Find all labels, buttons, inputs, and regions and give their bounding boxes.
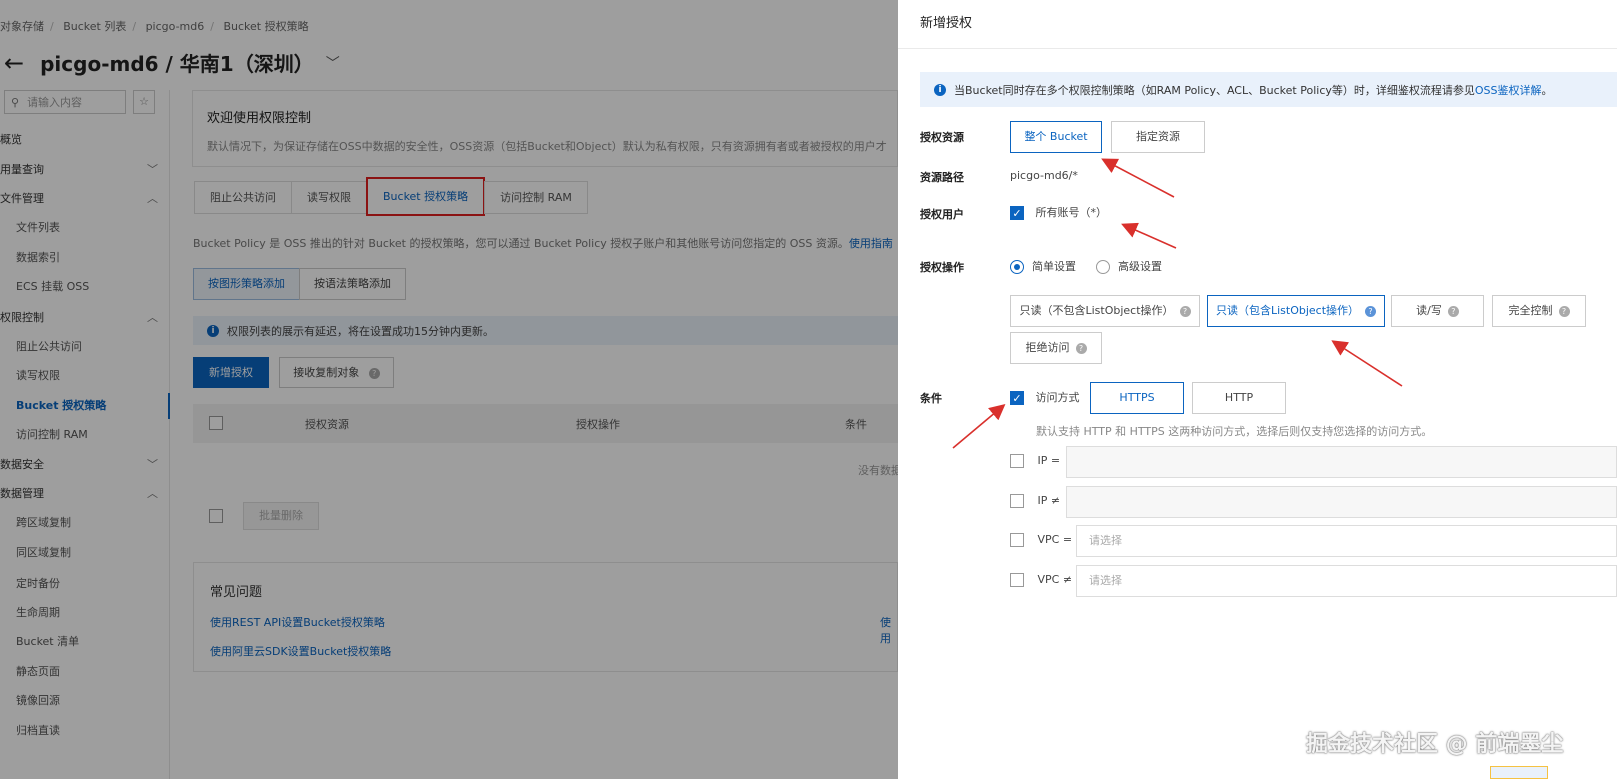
- radio-selected[interactable]: [1010, 260, 1024, 274]
- console-background: 对象存储 / Bucket 列表 / picgo-md6/ Bucket 授权策略 …: [0, 0, 898, 779]
- resource-label: 授权资源: [920, 131, 964, 144]
- https-option[interactable]: HTTPS: [1090, 382, 1184, 414]
- vpc-not-equal-select[interactable]: 请选择: [1076, 565, 1617, 597]
- read-write-option[interactable]: 读/写?: [1391, 295, 1484, 327]
- advanced-setting-radio[interactable]: 高级设置: [1096, 258, 1162, 274]
- ip-equal-checkbox[interactable]: [1010, 454, 1024, 468]
- path-label: 资源路径: [920, 171, 964, 184]
- full-control-option[interactable]: 完全控制?: [1492, 295, 1586, 327]
- ip-equal-input[interactable]: [1066, 446, 1617, 478]
- checkbox-checked[interactable]: ✓: [1010, 391, 1024, 405]
- operation-label: 授权操作: [920, 261, 964, 274]
- auth-detail-link[interactable]: OSS鉴权详解: [1475, 82, 1542, 98]
- divider: [898, 48, 1617, 49]
- info-icon: i: [934, 83, 946, 96]
- specific-resource-option[interactable]: 指定资源: [1111, 121, 1205, 153]
- vpc-equal-select[interactable]: 请选择: [1076, 525, 1617, 557]
- help-icon: ?: [1447, 305, 1459, 317]
- user-label: 授权用户: [920, 208, 964, 221]
- help-icon: ?: [1075, 342, 1087, 354]
- help-icon: ?: [1179, 305, 1191, 317]
- condition-label: 条件: [920, 392, 942, 405]
- ip-not-equal-input[interactable]: [1066, 486, 1617, 518]
- corner-badge: [1490, 766, 1548, 779]
- ip-not-equal-checkbox[interactable]: [1010, 494, 1024, 508]
- radio-unselected[interactable]: [1096, 260, 1110, 274]
- drawer-notice: i 当Bucket同时存在多个权限控制策略（如RAM Policy、ACL、Bu…: [920, 72, 1617, 107]
- vpc-equal-checkbox[interactable]: [1010, 533, 1024, 547]
- simple-setting-radio[interactable]: 简单设置: [1010, 258, 1076, 274]
- http-option[interactable]: HTTP: [1192, 382, 1286, 414]
- readonly-with-list-option[interactable]: 只读（包含ListObject操作）?: [1207, 295, 1385, 327]
- whole-bucket-option[interactable]: 整个 Bucket: [1010, 121, 1102, 153]
- help-icon: ?: [1558, 305, 1570, 317]
- vpc-not-equal-checkbox[interactable]: [1010, 573, 1024, 587]
- ip-not-equal-row: IP ≠: [1010, 494, 1060, 508]
- deny-access-option[interactable]: 拒绝访问?: [1010, 332, 1102, 364]
- modal-overlay[interactable]: [0, 0, 898, 779]
- protocol-hint: 默认支持 HTTP 和 HTTPS 这两种访问方式，选择后则仅支持您选择的访问方…: [1036, 425, 1433, 438]
- watermark: 掘金技术社区 @ 前端墨尘: [1306, 732, 1564, 757]
- resource-path-value: picgo-md6/*: [1010, 169, 1078, 182]
- ip-equal-row: IP =: [1010, 454, 1060, 468]
- add-authorization-drawer: 新增授权 i 当Bucket同时存在多个权限控制策略（如RAM Policy、A…: [898, 0, 1617, 779]
- drawer-title: 新增授权: [920, 16, 973, 31]
- vpc-not-equal-row: VPC ≠: [1010, 573, 1072, 587]
- readonly-no-list-option[interactable]: 只读（不包含ListObject操作）?: [1010, 295, 1200, 327]
- access-method-checkbox[interactable]: ✓ 访问方式: [1010, 389, 1080, 405]
- vpc-equal-row: VPC =: [1010, 533, 1072, 547]
- drawer-notice-text: 当Bucket同时存在多个权限控制策略（如RAM Policy、ACL、Buck…: [954, 83, 1475, 97]
- checkbox-checked[interactable]: ✓: [1010, 206, 1024, 220]
- help-icon: ?: [1365, 305, 1377, 317]
- all-accounts-checkbox[interactable]: ✓ 所有账号（*）: [1010, 204, 1107, 220]
